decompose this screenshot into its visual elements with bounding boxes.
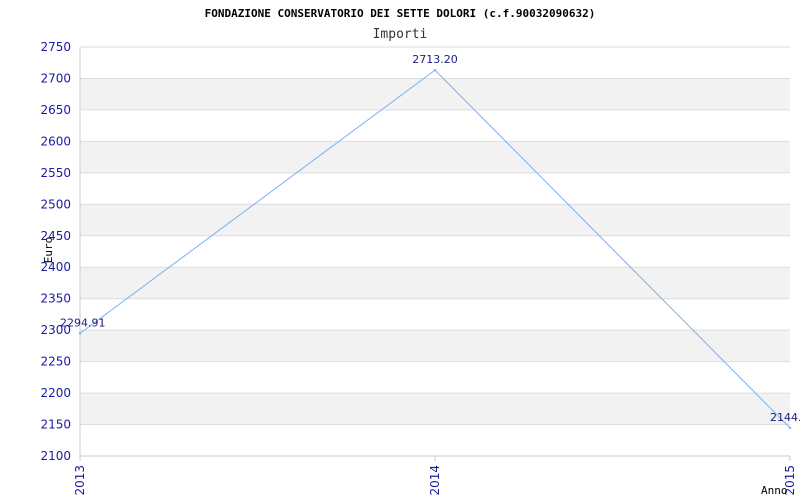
y-tick-label: 2250 xyxy=(40,355,71,369)
chart-subtitle: Importi xyxy=(373,27,428,42)
y-axis-label: Euro xyxy=(42,237,55,264)
grid-band xyxy=(80,204,790,236)
grid-band xyxy=(80,78,790,110)
grid-band xyxy=(80,393,790,425)
y-tick-label: 2150 xyxy=(40,418,71,432)
data-label: 2294.91 xyxy=(60,316,106,329)
series-layer xyxy=(78,68,792,430)
data-label: 2144.6 xyxy=(770,411,800,424)
y-tick-label: 2500 xyxy=(40,197,71,211)
series-line xyxy=(79,69,791,429)
y-tick-label: 2350 xyxy=(40,292,71,306)
grid-band xyxy=(80,330,790,362)
data-label: 2713.20 xyxy=(412,53,458,66)
x-tick-label: 2014 xyxy=(428,465,442,496)
chart-title: FONDAZIONE CONSERVATORIO DEI SETTE DOLOR… xyxy=(205,7,596,20)
y-tick-label: 2700 xyxy=(40,71,71,85)
line-chart: 2100215022002250230023502400245025002550… xyxy=(40,7,800,497)
x-tick-labels: 2013 2014 2015 xyxy=(73,456,797,496)
data-point xyxy=(433,68,437,72)
data-point xyxy=(78,332,82,335)
y-tick-label: 2550 xyxy=(40,166,71,180)
x-tick-label: 2013 xyxy=(73,465,87,496)
grid-bands xyxy=(80,78,790,425)
grid-band xyxy=(80,267,790,299)
y-tick-label: 2100 xyxy=(40,449,71,463)
y-tick-label: 2600 xyxy=(40,134,71,148)
data-point xyxy=(788,426,792,430)
chart-canvas: 2100 2150 2200 2250 2300 2350 2400 2450 2500 2550… xyxy=(0,0,800,500)
grid-band xyxy=(80,141,790,173)
y-tick-label: 2650 xyxy=(40,103,71,117)
y-tick-label: 2750 xyxy=(40,40,71,54)
x-axis-label: Anno xyxy=(761,484,788,497)
y-tick-label: 2200 xyxy=(40,386,71,400)
